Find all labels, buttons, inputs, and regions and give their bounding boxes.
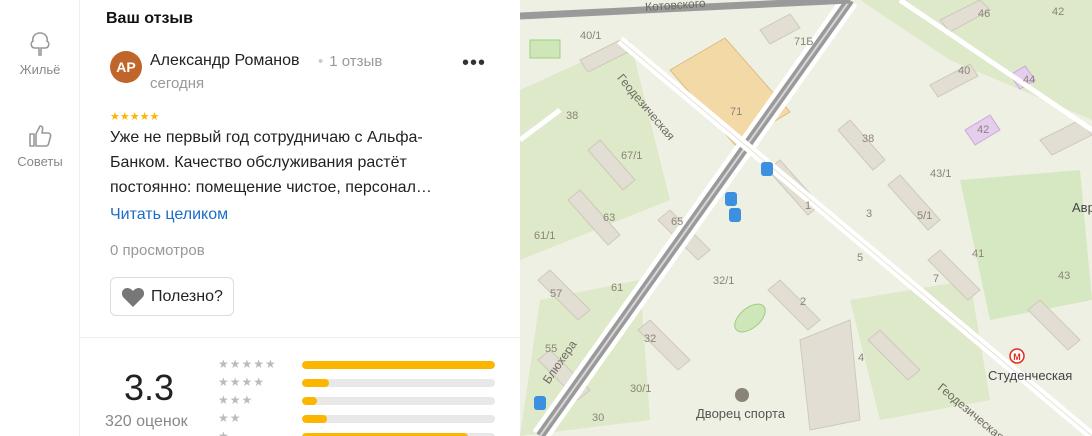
- rating-bar-track: [302, 397, 495, 405]
- read-more-link[interactable]: Читать целиком: [110, 206, 228, 224]
- house-number: 32: [644, 333, 657, 345]
- rail-item-tips[interactable]: Советы: [0, 122, 80, 169]
- house-number: 3: [866, 208, 873, 220]
- stadium-icon[interactable]: [735, 388, 749, 402]
- more-options-icon[interactable]: •••: [462, 52, 486, 75]
- review-text: Уже не первый год сотрудничаю с Альфа-Ба…: [110, 129, 432, 196]
- app-root: Жильё Советы Ваш отзыв АР Александр Рома…: [0, 0, 1092, 436]
- house-number: 43/1: [930, 168, 952, 180]
- bus-stop-icon[interactable]: [729, 208, 741, 222]
- rating-bar-stars: ★★★★★: [218, 357, 277, 371]
- bus-stop-icon[interactable]: [534, 396, 546, 410]
- separator-dot: •: [318, 53, 324, 70]
- house-number: 44: [1023, 74, 1036, 86]
- author-review-count-text: 1 отзыв: [329, 53, 383, 70]
- section-title: Ваш отзыв: [106, 10, 193, 27]
- author-name[interactable]: Александр Романов: [150, 52, 300, 70]
- rail-item-tips-label: Советы: [17, 154, 63, 169]
- avatar[interactable]: АР: [110, 51, 142, 83]
- house-number: 61/1: [534, 230, 556, 242]
- poi-label-dvorets-sporta[interactable]: Дворец спорта: [696, 406, 785, 421]
- rating-bar-stars: ★★: [218, 411, 242, 425]
- poi-label-partial[interactable]: Авр: [1072, 200, 1092, 215]
- house-number: 67/1: [621, 150, 643, 162]
- house-number: 71Б: [794, 36, 814, 48]
- house-number: 55: [545, 343, 558, 355]
- rail-item-housing[interactable]: Жильё: [0, 30, 80, 77]
- review-date: сегодня: [150, 75, 205, 92]
- house-number: 71: [730, 106, 743, 118]
- house-number: 5/1: [917, 210, 933, 222]
- rating-bar-stars: ★: [218, 429, 230, 436]
- helpful-button[interactable]: Полезно?: [110, 277, 234, 316]
- house-number: 5: [857, 252, 864, 264]
- views-count: 0 просмотров: [110, 242, 205, 259]
- house-number: 7: [933, 273, 940, 285]
- house-number: 4: [858, 352, 865, 364]
- rating-bar-fill: [302, 361, 495, 369]
- house-number: 38: [566, 110, 579, 122]
- house-number: 46: [978, 8, 991, 20]
- house-number: 32/1: [713, 275, 735, 287]
- map-view[interactable]: M Котовского Геодезическая Геодезическая…: [520, 0, 1092, 436]
- house-number: 30: [592, 412, 605, 424]
- house-number: 2: [800, 296, 807, 308]
- rating-bar-track: [302, 361, 495, 369]
- review-stars: ★★★★★: [110, 111, 160, 123]
- left-rail: Жильё Советы: [0, 0, 80, 436]
- house-number: 61: [611, 282, 624, 294]
- house-number: 38: [862, 133, 875, 145]
- house-number: 41: [972, 248, 985, 260]
- house-number: 42: [977, 124, 990, 136]
- house-number: 65: [671, 216, 684, 228]
- rating-bar-stars: ★★★: [218, 393, 254, 407]
- house-number: 40: [958, 65, 971, 77]
- house-number: 42: [1052, 6, 1065, 18]
- rating-bar-stars: ★★★★: [218, 375, 266, 389]
- svg-text:M: M: [1013, 352, 1021, 362]
- metro-label[interactable]: Студенческая: [988, 368, 1072, 383]
- divider: [80, 337, 520, 338]
- house-number: 43: [1058, 270, 1071, 282]
- author-review-count: • 1 отзыв: [318, 53, 382, 70]
- rating-bar-fill: [302, 397, 318, 405]
- rating-bar-fill: [302, 415, 328, 423]
- rating-count: 320 оценок: [105, 413, 188, 430]
- rating-bar-fill: [302, 379, 330, 387]
- house-number: 1: [805, 200, 812, 212]
- rail-item-housing-label: Жильё: [19, 62, 61, 77]
- house-number: 63: [603, 212, 616, 224]
- helpful-label: Полезно?: [151, 287, 223, 305]
- review-panel: Ваш отзыв АР Александр Романов • 1 отзыв …: [80, 0, 520, 436]
- rating-value: 3.3: [124, 367, 175, 408]
- bus-stop-icon[interactable]: [725, 192, 737, 206]
- house-number: 40/1: [580, 30, 602, 42]
- house-number: 30/1: [630, 383, 652, 395]
- tree-icon: [30, 32, 50, 56]
- thumbs-up-icon: [29, 125, 52, 147]
- rating-bar-track: [302, 379, 495, 387]
- heart-icon: [121, 287, 145, 307]
- rating-bar-track: [302, 415, 495, 423]
- house-number: 57: [550, 288, 563, 300]
- bus-stop-icon[interactable]: [761, 162, 773, 176]
